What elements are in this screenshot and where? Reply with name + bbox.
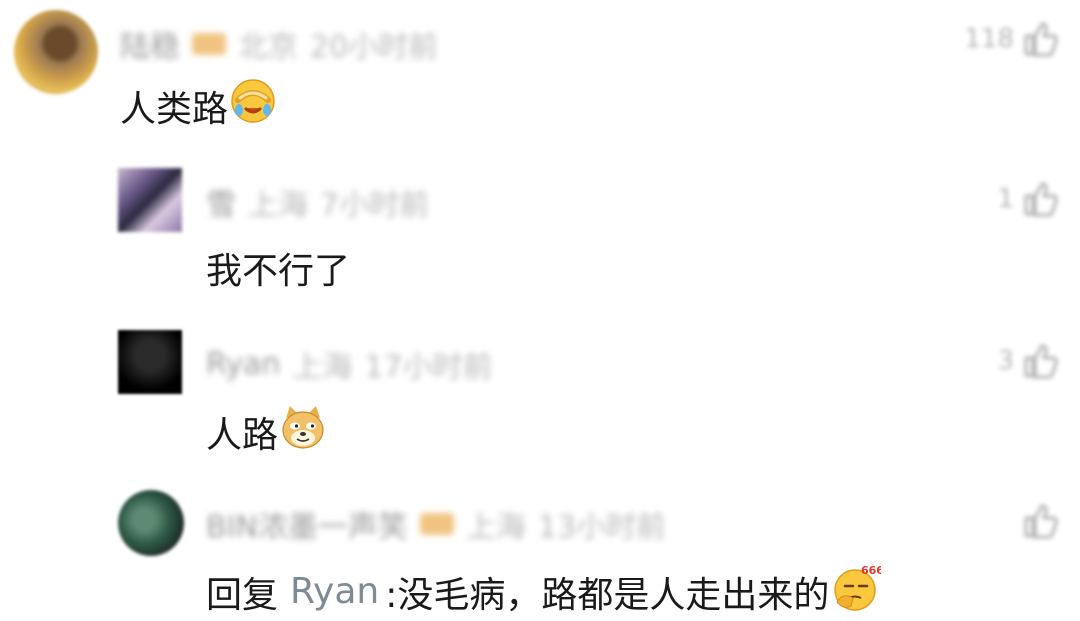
comment-text: 人类路 [120,78,276,133]
avatar[interactable] [118,330,182,394]
like-count: 3 [997,346,1014,376]
avatar[interactable] [14,10,98,94]
like-button[interactable] [1014,502,1058,540]
comment-text: 人路 [206,404,326,459]
location: 上海 [292,350,353,385]
comment-meta: 陆稳 北京 20小时前 [120,22,438,66]
comment-meta: BIN浓墨一声笑 上海 13小时前 [206,502,666,546]
like-button[interactable]: 3 [997,342,1058,380]
location: 北京 [238,30,298,65]
timestamp: 7小时前 [320,188,430,223]
comment-body: 人类路 [120,88,229,130]
svg-text:666: 666 [861,564,881,577]
username[interactable]: 雪 [206,180,236,224]
avatar[interactable] [118,490,184,556]
like-button[interactable]: 118 [964,20,1058,58]
comment-meta: 雪 上海 7小时前 [206,180,429,224]
username[interactable]: 陆稳 [120,22,180,66]
thumbs-up-icon [1022,502,1058,540]
comment-text: 回复 Ryan :没毛病，路都是人走出来的 666 [206,562,885,621]
comment-text: 我不行了 [206,242,350,294]
like-count: 118 [964,24,1014,54]
comment-body: :没毛病，路都是人走出来的 [385,574,830,616]
timestamp: 13小时前 [537,510,667,545]
comment-body: 人路 [206,414,279,456]
username[interactable]: Ryan [206,347,280,382]
level-badge [192,33,226,55]
like-count: 1 [997,184,1014,214]
level-badge [419,513,454,535]
location: 上海 [248,188,308,223]
comment-meta: Ryan 上海 17小时前 [206,342,493,386]
timestamp: 17小时前 [364,350,493,385]
avatar[interactable] [118,168,182,232]
facepalm-crying-emoji-icon [230,78,276,133]
reply-prefix: 回复 [206,574,279,616]
comment-body: 我不行了 [206,251,351,292]
thumbs-up-icon [1022,20,1058,58]
doge-emoji-icon [280,404,326,459]
like-button[interactable]: 1 [997,180,1058,218]
timestamp: 20小时前 [310,30,439,65]
reply-mention-link[interactable]: Ryan [290,571,379,612]
location: 上海 [465,510,526,545]
thumbs-up-icon [1022,342,1058,380]
thumbs-up-icon [1022,180,1058,218]
username[interactable]: BIN浓墨一声笑 [206,502,408,546]
666-thinking-emoji-icon: 666 [831,562,885,621]
